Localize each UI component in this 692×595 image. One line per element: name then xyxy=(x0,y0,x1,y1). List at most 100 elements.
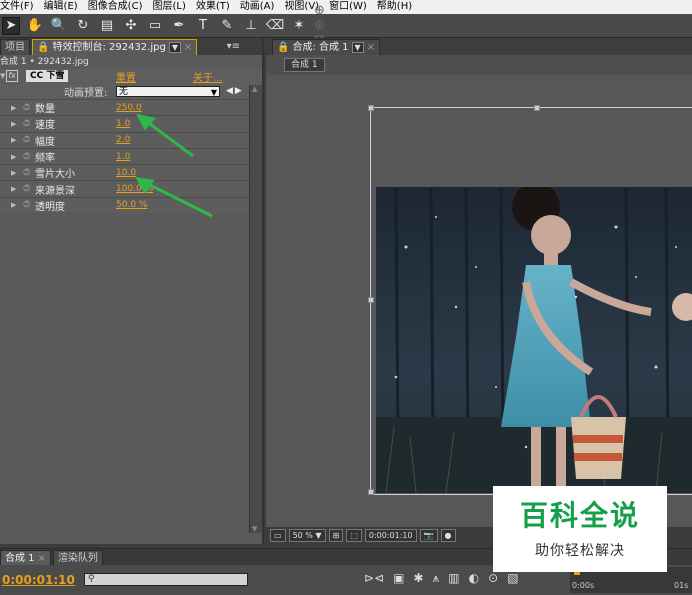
transform-handle[interactable] xyxy=(534,105,540,111)
zoom-tool-icon[interactable]: 🔍 xyxy=(50,17,68,35)
composition-viewer[interactable] xyxy=(266,75,692,527)
zoom-select[interactable]: 50 % ▼ xyxy=(288,529,326,542)
close-icon[interactable]: × xyxy=(184,40,192,55)
comp-navigator-bar: 合成 1 xyxy=(266,55,692,75)
rectangle-tool-icon[interactable]: ▭ xyxy=(146,17,164,35)
menu-window[interactable]: 窗口(W) xyxy=(329,0,367,14)
graph-editor-icon[interactable]: ⊙ xyxy=(488,571,498,586)
effect-header-row[interactable]: ▼ fx CC 下雪 重置 关于... xyxy=(0,69,262,84)
camera-tool-icon[interactable]: ▤ xyxy=(98,17,116,35)
property-value[interactable]: 50.0 % xyxy=(116,200,147,210)
draft-3d-icon[interactable]: ✱ xyxy=(413,571,423,586)
timeline-timecode[interactable]: 0:00:01:10 xyxy=(2,573,75,587)
always-preview-icon[interactable]: ▭ xyxy=(270,529,286,542)
menu-file[interactable]: 文件(F) xyxy=(0,0,34,14)
expand-triangle-icon[interactable]: ▼ xyxy=(0,72,5,80)
animation-preset-value: 无 xyxy=(119,86,129,97)
menu-composition[interactable]: 图像合成(C) xyxy=(88,0,143,14)
effect-property-row[interactable]: ▶ ⏱ 频率 1.0 xyxy=(0,147,262,165)
property-name: 速度 xyxy=(35,120,55,132)
mask-visibility-icon[interactable]: ⬚ xyxy=(346,529,362,542)
scroll-up-icon[interactable]: ▲ xyxy=(252,85,257,93)
title-action-safe-icon[interactable]: ⊞ xyxy=(328,529,344,542)
tab-dropdown-icon[interactable]: ▼ xyxy=(168,42,181,53)
comp-mini-flowchart-icon[interactable]: ⊳⊲ xyxy=(364,571,384,586)
motion-blur-icon[interactable]: ◐ xyxy=(469,571,479,586)
rotate-tool-icon[interactable]: ↻ xyxy=(74,17,92,35)
expand-triangle-icon[interactable]: ▶ xyxy=(11,104,16,112)
stopwatch-icon[interactable]: ⏱ xyxy=(23,103,30,113)
eraser-tool-icon[interactable]: ⌫ xyxy=(266,17,284,35)
property-value[interactable]: 1.0 xyxy=(116,119,130,129)
panel-menu-icon[interactable]: ▾≡ xyxy=(227,41,240,52)
transform-handle[interactable] xyxy=(368,105,374,111)
effect-property-row[interactable]: ▶ ⏱ 透明度 50.0 % xyxy=(0,196,262,214)
property-value[interactable]: 1.0 xyxy=(116,152,130,162)
expand-triangle-icon[interactable]: ▶ xyxy=(11,185,16,193)
tab-effect-controls[interactable]: 🔒 特效控制台: 292432.jpg ▼ × xyxy=(32,39,198,55)
hand-tool-icon[interactable]: ✋ xyxy=(26,17,44,35)
transform-handle[interactable] xyxy=(368,489,374,495)
stopwatch-icon[interactable]: ⏱ xyxy=(23,119,30,129)
scroll-down-icon[interactable]: ▼ xyxy=(252,525,257,533)
stopwatch-icon[interactable]: ⏱ xyxy=(23,200,30,210)
stopwatch-icon[interactable]: ⏱ xyxy=(23,168,30,178)
puppet-pin-tool-icon[interactable]: ✶ xyxy=(290,17,308,35)
frame-blending-icon[interactable]: ▥ xyxy=(448,571,459,586)
stopwatch-icon[interactable]: ⏱ xyxy=(23,152,30,162)
menu-layer[interactable]: 图层(L) xyxy=(152,0,185,14)
expand-triangle-icon[interactable]: ▶ xyxy=(11,136,16,144)
hide-shy-layers-icon[interactable]: ⩚ xyxy=(433,571,440,586)
show-channel-icon[interactable]: ● xyxy=(440,529,456,542)
property-value[interactable]: 2.0 xyxy=(116,135,130,145)
composition-panel: 🔒 合成: 合成 1 ▼ × 合成 1 ▭ 50 % ▼ ⊞ ⬚ 0:00:01… xyxy=(266,38,692,544)
transform-handle[interactable] xyxy=(368,297,374,303)
expand-triangle-icon[interactable]: ▶ xyxy=(11,169,16,177)
expand-triangle-icon[interactable]: ▶ xyxy=(11,120,16,128)
chevron-down-icon: ▼ xyxy=(210,87,217,97)
effect-property-row[interactable]: ▶ ⏱ 速度 1.0 xyxy=(0,115,262,132)
ruler-end-label: 01s xyxy=(674,581,689,590)
property-value[interactable]: 250.0 xyxy=(116,103,142,113)
menu-help[interactable]: 帮助(H) xyxy=(377,0,412,14)
reset-link[interactable]: 重置 xyxy=(116,69,136,84)
tab-timeline-comp[interactable]: 合成 1 × xyxy=(0,550,51,566)
tab-composition[interactable]: 🔒 合成: 合成 1 ▼ × xyxy=(272,39,381,55)
tab-render-queue[interactable]: 渲染队列 xyxy=(52,550,103,566)
brainstorm-icon[interactable]: ▧ xyxy=(507,571,518,586)
timeline-search-input[interactable]: ⚲ xyxy=(84,573,248,586)
property-value[interactable]: 100.0 % xyxy=(116,184,153,194)
clone-stamp-tool-icon[interactable]: ⊥ xyxy=(242,17,260,35)
close-icon[interactable]: × xyxy=(38,551,46,566)
about-link[interactable]: 关于... xyxy=(193,69,223,84)
expand-triangle-icon[interactable]: ▶ xyxy=(11,201,16,209)
snapshot-icon[interactable]: 📷 xyxy=(419,529,438,542)
left-panel-scrollbar[interactable]: ▲ ▼ xyxy=(249,85,262,533)
property-value[interactable]: 10.0 xyxy=(116,168,136,178)
animation-preset-select[interactable]: 无 ▼ xyxy=(116,85,220,97)
menu-effect[interactable]: 效果(T) xyxy=(196,0,230,14)
text-tool-icon[interactable]: T xyxy=(194,17,212,35)
preset-prev-next-icon[interactable]: ◀▶ xyxy=(226,86,244,96)
stopwatch-icon[interactable]: ⏱ xyxy=(23,184,30,194)
menu-edit[interactable]: 编辑(E) xyxy=(44,0,78,14)
stopwatch-icon[interactable]: ⏱ xyxy=(23,135,30,145)
effect-property-row[interactable]: ▶ ⏱ 来源景深 100.0 % xyxy=(0,180,262,197)
effect-property-row[interactable]: ▶ ⏱ 雪片大小 10.0 xyxy=(0,164,262,181)
tab-project[interactable]: 项目 xyxy=(0,39,30,55)
current-time-display[interactable]: 0:00:01:10 xyxy=(364,529,417,542)
comp-subtab[interactable]: 合成 1 xyxy=(284,58,325,72)
live-update-icon[interactable]: ▣ xyxy=(393,571,404,586)
fx-toggle-icon[interactable]: fx xyxy=(6,70,18,82)
brush-tool-icon[interactable]: ✎ xyxy=(218,17,236,35)
menu-animation[interactable]: 动画(A) xyxy=(240,0,275,14)
effect-name: CC 下雪 xyxy=(26,70,69,82)
effect-property-row[interactable]: ▶ ⏱ 幅度 2.0 xyxy=(0,131,262,148)
selection-tool-icon[interactable]: ➤ xyxy=(2,16,20,35)
expand-triangle-icon[interactable]: ▶ xyxy=(11,153,16,161)
effect-property-row[interactable]: ▶ ⏱ 数量 250.0 xyxy=(0,99,262,116)
pen-tool-icon[interactable]: ✒ xyxy=(170,17,188,35)
close-icon[interactable]: × xyxy=(367,40,375,55)
tab-dropdown-icon[interactable]: ▼ xyxy=(351,42,364,53)
pan-behind-tool-icon[interactable]: ✣ xyxy=(122,17,140,35)
